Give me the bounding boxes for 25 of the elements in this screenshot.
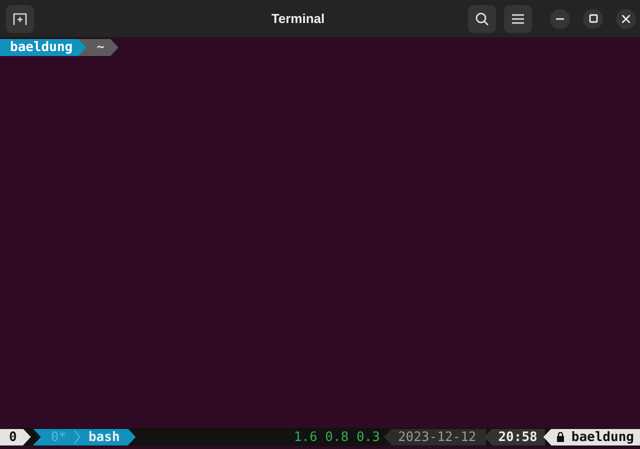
- host-name: baeldung: [571, 430, 634, 444]
- lock-icon: [557, 432, 564, 442]
- session-name: 0: [0, 428, 31, 446]
- search-button[interactable]: [468, 4, 496, 32]
- maximize-button[interactable]: [583, 8, 603, 28]
- new-tab-icon: [13, 12, 27, 26]
- time-label: 20:58: [484, 428, 546, 446]
- window-title: Terminal: [270, 11, 326, 26]
- close-icon: [622, 14, 630, 22]
- chevron-icon: [74, 430, 80, 444]
- window-name: bash: [88, 430, 120, 444]
- minimize-icon: [556, 18, 564, 20]
- window-tab[interactable]: 0* bash: [32, 428, 136, 446]
- maximize-icon: [588, 14, 598, 23]
- date-label: 2023-12-12: [384, 428, 486, 446]
- load-average: 1.6 0.8 0.3: [294, 428, 381, 446]
- close-button[interactable]: [616, 8, 636, 28]
- menu-icon: [512, 14, 524, 24]
- search-icon: [475, 12, 489, 26]
- prompt-path: ~: [78, 39, 118, 56]
- window-index: 0*: [50, 430, 66, 444]
- minimize-button[interactable]: [550, 8, 570, 28]
- prompt-user: baeldung: [0, 39, 87, 56]
- menu-button[interactable]: [504, 4, 532, 32]
- new-tab-button[interactable]: [6, 4, 34, 32]
